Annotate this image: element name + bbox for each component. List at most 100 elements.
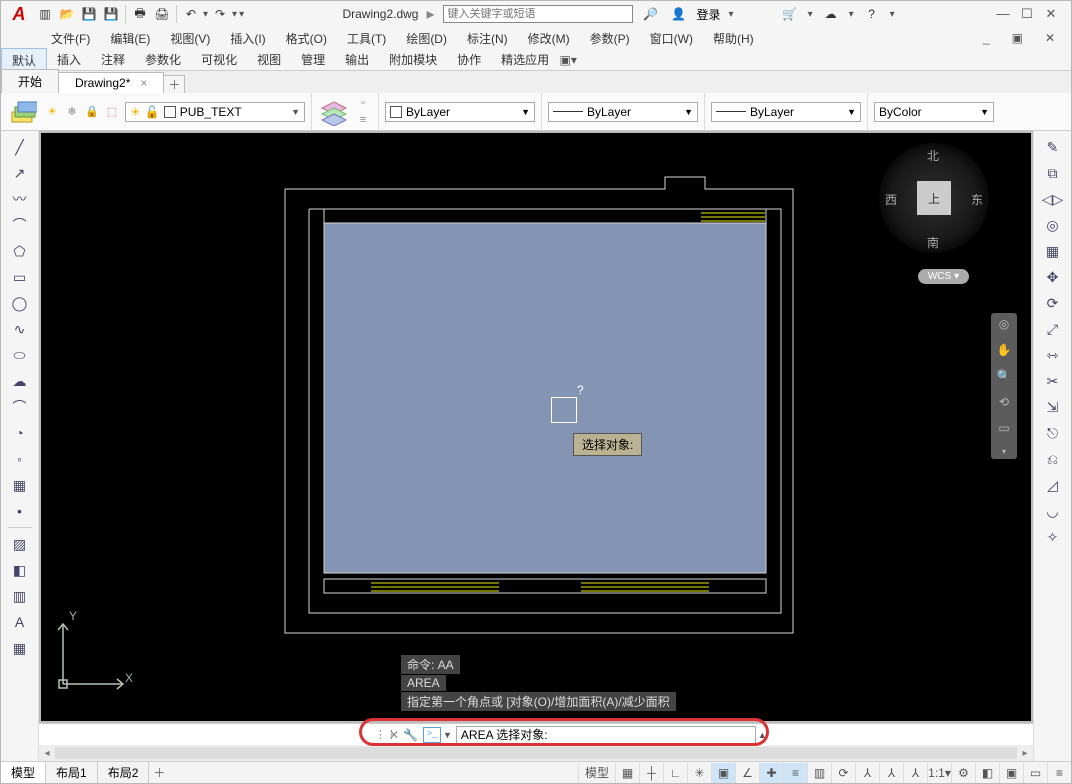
tab-insert[interactable]: 插入 xyxy=(47,48,91,71)
cmd-expand-icon[interactable]: ▲ xyxy=(758,730,767,740)
color-dropdown[interactable]: ByLayer▼ xyxy=(385,102,535,122)
menu-dim[interactable]: 标注(N) xyxy=(457,30,518,47)
layer-props-icon[interactable] xyxy=(7,96,39,128)
layer-freeze-icon[interactable]: ❄ xyxy=(63,104,81,120)
anno1-icon[interactable]: ⅄ xyxy=(855,763,879,783)
menu-edit[interactable]: 编辑(E) xyxy=(100,30,160,47)
qat-more-icon[interactable]: ▾ xyxy=(239,9,244,20)
ellipsearc-icon[interactable]: ◔ xyxy=(6,421,34,445)
model-button[interactable]: 模型 xyxy=(578,763,615,783)
lineweight-dropdown[interactable]: ByLayer▼ xyxy=(711,102,861,122)
cart-icon[interactable]: 🛒 xyxy=(780,4,800,24)
max-icon[interactable]: ▣ xyxy=(999,763,1023,783)
window-min-icon[interactable]: — xyxy=(993,6,1013,22)
move-icon[interactable]: ✥ xyxy=(1039,265,1067,289)
polygon-icon[interactable]: ⬠ xyxy=(6,239,34,263)
break-icon[interactable]: ⎋ xyxy=(1039,421,1067,445)
text-icon[interactable]: A xyxy=(6,610,34,634)
menu-window[interactable]: 窗口(W) xyxy=(640,30,703,47)
point-icon[interactable]: • xyxy=(6,499,34,523)
new-tab-button[interactable]: ＋ xyxy=(163,75,185,93)
new-icon[interactable]: ▥ xyxy=(35,4,55,24)
print-icon[interactable]: 🖨 xyxy=(152,4,172,24)
menu-insert[interactable]: 插入(I) xyxy=(220,30,275,47)
anno2-icon[interactable]: ⅄ xyxy=(879,763,903,783)
erase-icon[interactable]: ✎ xyxy=(1039,135,1067,159)
cycsel-icon[interactable]: ⟳ xyxy=(831,763,855,783)
undo-icon[interactable]: ↶ xyxy=(181,4,201,24)
doc-restore-icon[interactable]: ▣ xyxy=(1002,31,1033,45)
menu-view[interactable]: 视图(V) xyxy=(160,30,220,47)
redo-dropdown-icon[interactable]: ▾ xyxy=(232,9,237,20)
rotate-icon[interactable]: ⟳ xyxy=(1039,291,1067,315)
hatch-icon[interactable]: ▨ xyxy=(6,532,34,556)
arc2-icon[interactable]: ⌒ xyxy=(6,395,34,419)
nav-bar[interactable]: ◎ ✋ 🔍 ⟲ ▭ ▾ xyxy=(991,313,1017,459)
menu-modify[interactable]: 修改(M) xyxy=(518,30,580,47)
linetype-dropdown[interactable]: ByLayer▼ xyxy=(548,102,698,122)
match-icon[interactable]: ▫ xyxy=(354,95,372,111)
h-scrollbar[interactable]: ◂▸ xyxy=(39,745,1033,761)
ribbon-expand-icon[interactable]: ▣▾ xyxy=(559,53,577,67)
save-icon[interactable]: 💾 xyxy=(79,4,99,24)
cmd-grip-icon[interactable]: ⋮⋮ xyxy=(375,728,389,741)
view-cube[interactable]: 上 北 南 东 西 xyxy=(879,143,989,253)
login-label[interactable]: 登录 xyxy=(697,6,721,23)
menu-param[interactable]: 参数(P) xyxy=(580,30,640,47)
close-icon[interactable]: × xyxy=(140,76,147,90)
layout-tab-2[interactable]: 布局2 xyxy=(98,762,150,783)
tab-annotate[interactable]: 注释 xyxy=(91,48,135,71)
app-logo[interactable]: A xyxy=(5,2,33,26)
trim-icon[interactable]: ✂ xyxy=(1039,369,1067,393)
chamfer-icon[interactable]: ◿ xyxy=(1039,473,1067,497)
block-icon[interactable]: ▦ xyxy=(6,473,34,497)
wcs-badge[interactable]: WCS ▾ xyxy=(918,269,969,284)
region-icon[interactable]: ▥ xyxy=(6,584,34,608)
donut-icon[interactable]: ◦ xyxy=(6,447,34,471)
menu-file[interactable]: 文件(F) xyxy=(41,30,100,47)
cmd-history-dropdown-icon[interactable]: ▼ xyxy=(443,730,452,740)
plot-icon[interactable]: 🖶 xyxy=(130,4,150,24)
search-input[interactable] xyxy=(443,5,633,23)
menu-draw[interactable]: 绘图(D) xyxy=(396,30,457,47)
tab-addons[interactable]: 附加模块 xyxy=(379,48,447,71)
doc-min-icon[interactable]: _ xyxy=(973,31,1000,45)
zoom-label[interactable]: 1:1 ▾ xyxy=(927,763,951,783)
viewcube-top[interactable]: 上 xyxy=(917,181,951,215)
command-input[interactable] xyxy=(456,726,756,744)
cloud-icon[interactable]: ☁ xyxy=(6,369,34,393)
extend-icon[interactable]: ⇲ xyxy=(1039,395,1067,419)
tab-view[interactable]: 视图 xyxy=(247,48,291,71)
rectangle-icon[interactable]: ▭ xyxy=(6,265,34,289)
layout-add-button[interactable]: ＋ xyxy=(149,764,169,781)
grid-icon[interactable]: ▦ xyxy=(615,763,639,783)
snap-icon[interactable]: ┼ xyxy=(639,763,663,783)
layer-lock-icon[interactable]: 🔒 xyxy=(83,104,101,120)
tab-manage[interactable]: 管理 xyxy=(291,48,335,71)
zoom-icon[interactable]: 🔍 xyxy=(994,369,1014,389)
ellipse-icon[interactable]: ⬭ xyxy=(6,343,34,367)
anno3-icon[interactable]: ⅄ xyxy=(903,763,927,783)
tab-param[interactable]: 参数化 xyxy=(135,48,191,71)
search-icon[interactable]: 🔎 xyxy=(641,4,661,24)
file-tab-start[interactable]: 开始 xyxy=(1,69,59,93)
layer-dropdown[interactable]: ☀ 🔓 PUB_TEXT ▼ xyxy=(125,102,305,122)
explode-icon[interactable]: ✧ xyxy=(1039,525,1067,549)
circle-icon[interactable]: ◯ xyxy=(6,291,34,315)
osnap-icon[interactable]: ▣ xyxy=(711,763,735,783)
cmd-close-icon[interactable]: ✕ xyxy=(389,728,403,742)
tab-output[interactable]: 输出 xyxy=(335,48,379,71)
show-icon[interactable]: ▭ xyxy=(994,421,1014,441)
custom-icon[interactable]: ≡ xyxy=(1047,763,1071,783)
help-icon[interactable]: ? xyxy=(862,4,882,24)
layout-tab-1[interactable]: 布局1 xyxy=(46,762,98,783)
mirror-icon[interactable]: ◁▷ xyxy=(1039,187,1067,211)
tab-featured[interactable]: 精选应用 xyxy=(491,48,559,71)
ray-icon[interactable]: ↗ xyxy=(6,161,34,185)
open-icon[interactable]: 📂 xyxy=(57,4,77,24)
angle-icon[interactable]: ∠ xyxy=(735,763,759,783)
menu-help[interactable]: 帮助(H) xyxy=(703,30,764,47)
layer-stack-icon[interactable] xyxy=(318,96,350,128)
plotstyle-dropdown[interactable]: ByColor▼ xyxy=(874,102,994,122)
file-tab-drawing[interactable]: Drawing2*× xyxy=(58,72,164,93)
